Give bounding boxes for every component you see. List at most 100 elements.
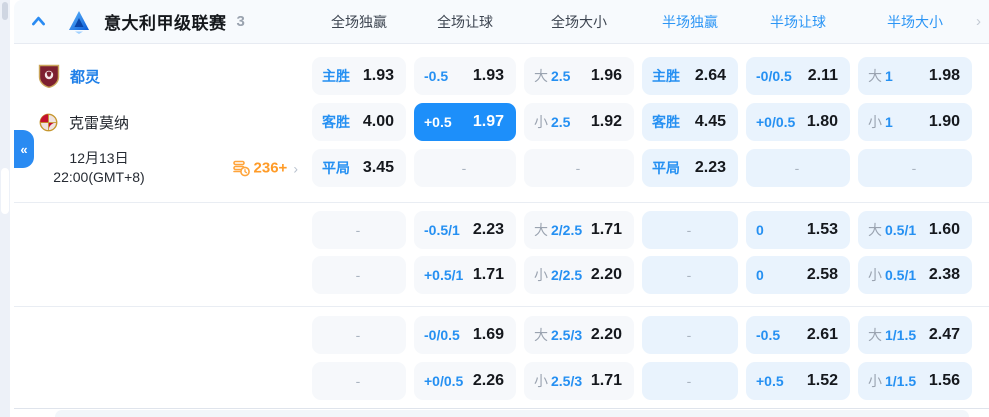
odds-label: 大 2/2.5 — [534, 220, 582, 240]
odds-line: +0/0.5 — [424, 373, 464, 389]
odds-cell[interactable]: -0.5/1 2.23 — [414, 211, 516, 249]
odds-line: 平局 — [322, 160, 350, 176]
odds-cell[interactable]: 大 1 1.98 — [858, 57, 972, 95]
odds-cell[interactable]: 大 2/2.5 1.71 — [524, 211, 634, 249]
odds-line: 1 — [885, 68, 893, 84]
odds-label: 小 2/2.5 — [534, 265, 582, 285]
odds-line: 2.5/3 — [551, 373, 583, 389]
odds-label: 客胜 — [322, 112, 350, 132]
away-team[interactable]: 克雷莫纳 — [14, 112, 129, 133]
odds-label: +0/0.5 — [756, 114, 795, 130]
match-row-away: 克雷莫纳 客胜 4.00 +0.5 1.97 小 2.5 1.92 客胜 4.45 +0/0.5 1… — [14, 103, 989, 141]
collapse-sidebar-button[interactable]: « — [14, 130, 34, 168]
odds-value: 3.45 — [362, 159, 394, 176]
odds-label: 小 2.5 — [534, 112, 570, 132]
odds-band: - -0/0.5 1.69 大 2.5/3 2.20- -0.5 2.61 大 1/1.5 2.47 — [14, 316, 989, 354]
extra-markets-link[interactable]: 236+ › — [232, 160, 298, 177]
odds-cell[interactable]: 平局 3.45 — [312, 149, 406, 187]
odds-cell[interactable]: 小 0.5/1 2.38 — [858, 256, 972, 294]
match-row-meta: 12月13日 22:00(GMT+8) 236+ › 平局 3.45 - - 平… — [14, 149, 989, 187]
league-header-left: 意大利甲级联赛 3 — [14, 9, 312, 35]
vertical-scrollbar[interactable] — [0, 0, 10, 417]
odds-label: 大 2.5 — [534, 66, 570, 86]
serie-a-logo-icon — [69, 10, 89, 34]
odds-cell[interactable]: 0 2.58 — [746, 256, 850, 294]
odds-cell[interactable]: 小 2/2.5 2.20 — [524, 256, 634, 294]
odds-line: 2.5 — [551, 114, 571, 130]
odds-cell[interactable]: +0.5 1.97 — [414, 103, 516, 141]
odds-value: 2.64 — [694, 67, 726, 84]
match-time: 22:00(GMT+8) — [53, 169, 145, 185]
odds-cell[interactable]: -0/0.5 2.11 — [746, 57, 850, 95]
header-more-icon[interactable]: › — [976, 14, 981, 29]
no-odds-dash: - — [911, 160, 917, 176]
odds-row: - +0.5/1 1.71 小 2/2.5 2.20-0 2.58 小 0.5/1 2.38 — [312, 256, 972, 294]
scrollbar-thumb[interactable] — [2, 2, 8, 20]
home-team[interactable]: 都灵 — [14, 64, 100, 88]
odds-row: 平局 3.45 - - 平局 2.23 - - — [312, 149, 972, 187]
odds-cell[interactable]: 主胜 2.64 — [642, 57, 738, 95]
odds-label: 平局 — [652, 158, 680, 178]
odds-label: 大 1/1.5 — [868, 325, 916, 345]
odds-value: 1.96 — [590, 67, 622, 84]
odds-cell-empty: - — [642, 362, 738, 400]
odds-cell-empty: - — [312, 316, 406, 354]
market-column-headers: 全场独赢 全场让球 全场大小 半场独赢 半场让球 半场大小 — [312, 12, 972, 32]
odds-cell-empty: - — [312, 362, 406, 400]
odds-cell[interactable]: +0.5/1 1.71 — [414, 256, 516, 294]
over-under-prefix: 大 — [534, 68, 548, 84]
match-date: 12月13日 — [69, 150, 129, 166]
market-column-header-5: 半场大小 — [887, 13, 943, 30]
odds-row: - -0.5/1 2.23 大 2/2.5 1.71-0 1.53 大 0.5/1 1.60 — [312, 211, 972, 249]
home-team-name: 都灵 — [70, 68, 101, 86]
odds-cell[interactable]: 客胜 4.00 — [312, 103, 406, 141]
odds-line: -0/0.5 — [756, 68, 792, 84]
odds-cell[interactable]: 大 2.5/3 2.20 — [524, 316, 634, 354]
chevron-up-icon[interactable] — [30, 13, 47, 30]
odds-cell[interactable]: 小 1 1.90 — [858, 103, 972, 141]
odds-band: - -0.5/1 2.23 大 2/2.5 1.71-0 1.53 大 0.5/1 1.60 — [14, 211, 989, 249]
scrollbar-thumb[interactable] — [1, 168, 9, 214]
odds-cell[interactable]: 主胜 1.93 — [312, 57, 406, 95]
odds-label: 平局 — [322, 158, 350, 178]
odds-line: 2.5 — [551, 68, 571, 84]
odds-cell[interactable]: +0/0.5 2.26 — [414, 362, 516, 400]
odds-cell[interactable]: 小 2.5 1.92 — [524, 103, 634, 141]
odds-label: -0/0.5 — [424, 327, 460, 343]
odds-cell[interactable]: -0/0.5 1.69 — [414, 316, 516, 354]
odds-value: 2.38 — [928, 266, 960, 283]
odds-cell[interactable]: 大 1/1.5 2.47 — [858, 316, 972, 354]
odds-value: 1.52 — [806, 372, 838, 389]
odds-cell-empty: - — [414, 149, 516, 187]
odds-cell[interactable]: 大 2.5 1.96 — [524, 57, 634, 95]
no-odds-dash: - — [355, 327, 361, 343]
odds-value: 1.93 — [362, 67, 394, 84]
odds-cell[interactable]: 小 2.5/3 1.71 — [524, 362, 634, 400]
odds-line: 0.5/1 — [885, 222, 917, 238]
odds-cell[interactable]: +0/0.5 1.80 — [746, 103, 850, 141]
odds-value: 1.56 — [928, 372, 960, 389]
no-odds-dash: - — [686, 222, 692, 238]
odds-cell[interactable]: 小 1/1.5 1.56 — [858, 362, 972, 400]
over-under-prefix: 大 — [534, 222, 548, 238]
odds-value: 1.53 — [806, 221, 838, 238]
odds-cell[interactable]: 平局 2.23 — [642, 149, 738, 187]
odds-cell[interactable]: +0.5 1.52 — [746, 362, 850, 400]
odds-label: +0.5/1 — [424, 267, 463, 283]
chevron-right-icon: › — [293, 160, 298, 176]
odds-cell[interactable]: 0 1.53 — [746, 211, 850, 249]
odds-line: +0.5 — [756, 373, 784, 389]
odds-cell[interactable]: -0.5 2.61 — [746, 316, 850, 354]
odds-value: 2.20 — [590, 326, 622, 343]
odds-cell[interactable]: 大 0.5/1 1.60 — [858, 211, 972, 249]
odds-label: +0/0.5 — [424, 373, 463, 389]
odds-label: 主胜 — [652, 66, 680, 86]
odds-row: - +0/0.5 2.26 小 2.5/3 1.71- +0.5 1.52 小 1/1.5 1.56 — [312, 362, 972, 400]
odds-label: 0 — [756, 222, 764, 238]
odds-cell[interactable]: -0.5 1.93 — [414, 57, 516, 95]
odds-cell[interactable]: 客胜 4.45 — [642, 103, 738, 141]
next-section-preview — [41, 402, 979, 417]
odds-cell-empty: - — [524, 149, 634, 187]
match-body: « 都灵 主胜 1.93 -0.5 1.93 大 2.5 1.96 主胜 2.64 -0/0.5 2… — [14, 44, 989, 409]
odds-value: 2.23 — [472, 221, 504, 238]
